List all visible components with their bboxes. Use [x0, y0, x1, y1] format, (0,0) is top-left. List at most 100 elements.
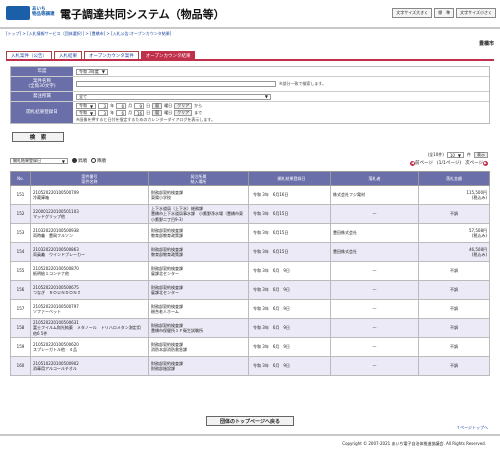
dept-select[interactable]: 全て ▼ — [76, 93, 271, 100]
case-name[interactable]: 両時義 豊岡フルソン — [33, 233, 146, 239]
table-row: 157 210520220100500797 ソファーベット 財務部契約検査課 総合老人… — [10, 299, 490, 319]
row-case[interactable]: 210520220100500797 ソファーベット — [30, 299, 149, 319]
place-name: 財務部施設課 — [151, 366, 175, 371]
row-winner: 豊田株式会社 — [330, 223, 419, 243]
font-small-button[interactable]: 文字サイズ小さく — [456, 8, 496, 18]
radio-icon — [72, 158, 77, 163]
row-winner: 株式会社フジ電材 — [330, 185, 419, 205]
row-case[interactable]: 210510220100500902 消毒用アルコールチオル — [30, 356, 149, 376]
row-winner: — — [330, 318, 419, 338]
footer: Copyright © 2007-2021 あいち電子自治体推進協議会. All… — [0, 434, 500, 450]
case-name[interactable]: 紙明給１コンテナ他 — [33, 271, 146, 277]
month-unit: 月 — [128, 103, 133, 108]
case-name[interactable]: 両員義 ウインドブレーカー — [33, 252, 146, 258]
place-name: 消防本部消防救急課 — [151, 347, 187, 352]
case-name[interactable]: 消毒用アルコールチオル — [33, 366, 146, 372]
price-value: 不調 — [450, 325, 458, 331]
price-value: 不調 — [450, 211, 458, 217]
year-unit: 年 — [110, 110, 115, 115]
back-to-top-button[interactable]: 団体のトップページへ戻る — [206, 416, 294, 426]
from-year-input[interactable]: 3 — [98, 103, 109, 109]
sort-desc-radio[interactable]: 降順 — [91, 158, 106, 164]
case-name[interactable]: つなぎ ＲＯＵＮＤＯＮＩ — [33, 290, 146, 296]
to-year-input[interactable]: 3 — [98, 110, 109, 116]
place-name: 総合老人ホーム — [151, 309, 179, 314]
place-name: 雇課北センター — [151, 290, 179, 295]
from-clear-button[interactable]: クリア — [174, 103, 193, 109]
col-dept: 発注所属 納入場所 — [148, 171, 249, 186]
row-winner: — — [330, 204, 419, 224]
price-note: (税込み) — [471, 233, 487, 238]
table-row: 160 210510220100500902 消毒用アルコールチオル 財務部契約検査課… — [10, 356, 490, 376]
prev-page-link[interactable]: ◀前ページ — [409, 160, 433, 166]
row-case[interactable]: 210520220100500709 冷蔵庫箱 — [30, 185, 149, 205]
place-name: 雇課北センター — [151, 271, 179, 276]
from-month-input[interactable]: 6 — [116, 103, 127, 109]
row-price: 不調 — [418, 299, 490, 319]
tab-underline — [6, 59, 494, 61]
table-row: 155 210520220100500870 紙明給１コンテナ他 財務部契約検査課 雇課… — [10, 261, 490, 281]
row-no: 160 — [10, 356, 31, 376]
col-no: No. — [10, 171, 31, 186]
date-note: ※画像を押すると日付を指定するためのカレンダーダイアログを表示します。 — [76, 116, 215, 122]
to-era-select[interactable]: 令和 ▼ — [76, 110, 97, 116]
search-button[interactable]: 検 索 — [12, 132, 64, 142]
from-day-input[interactable]: 9 — [134, 103, 145, 109]
place-name: 東陽小学校 — [151, 195, 171, 200]
breadcrumb[interactable]: [トップ] > [入札情報サービス（団体選択）] > [豊橋市] > [入札公告… — [6, 31, 171, 37]
per-page-value: 10 — [449, 152, 455, 158]
price-value: 不調 — [450, 363, 458, 369]
year-value: 令和 3年度 — [79, 68, 99, 74]
row-case[interactable]: 210520220100500631 富士フイルム和光純薬 メタノール トリハロメ… — [30, 318, 149, 338]
month-unit: 月 — [128, 110, 133, 115]
table-row: 151 210520220100500709 冷蔵庫箱 財務部契約検査課 東陽小学校 令和… — [10, 185, 490, 205]
date-label: 開札結果登録日 — [11, 102, 73, 123]
weekday-unit: 曜日 — [164, 103, 173, 108]
row-case[interactable]: 210320220100500938 両時義 豊岡フルソン — [30, 223, 149, 243]
row-case[interactable]: 210520220100500620 スプレーガトル他 ４品 — [30, 337, 149, 357]
sort-asc-radio[interactable]: 昇順 — [72, 158, 87, 164]
place-name: 教育部教育政策課 — [151, 233, 183, 238]
to-month-input[interactable]: 6 — [116, 110, 127, 116]
font-normal-button[interactable]: 標 準 — [434, 8, 455, 18]
case-name[interactable]: ソファーベット — [33, 309, 146, 315]
calendar-icon[interactable]: 暦 — [152, 103, 163, 109]
page-top-link[interactable]: ↑ページトップへ — [457, 425, 488, 431]
pager: ◀前ページ (1/1ページ) 次ページ▶ — [409, 160, 488, 166]
price-value: 不調 — [450, 306, 458, 312]
calendar-icon[interactable]: 暦 — [152, 110, 163, 116]
row-case[interactable]: 220001220100501103 マッドグリップ他 — [30, 204, 149, 224]
font-large-button[interactable]: 文字サイズ大きく — [392, 8, 433, 18]
prev-label: 前ページ — [414, 161, 433, 166]
row-dept: 財務部契約検査課 豊橋市保健所１Ｆ衛生試験所 — [148, 318, 249, 338]
to-clear-button[interactable]: クリア — [174, 110, 193, 116]
chevron-down-icon: ▼ — [101, 69, 105, 74]
row-date: 令和 3年 6月15日 — [248, 242, 331, 262]
row-price: 不調 — [418, 318, 490, 338]
next-page-link[interactable]: 次ページ▶ — [465, 160, 488, 166]
from-suffix: から — [194, 103, 203, 108]
year-select[interactable]: 令和 3年度 ▼ — [76, 68, 108, 75]
row-case[interactable]: 210520220100500675 つなぎ ＲＯＵＮＤＯＮＩ — [30, 280, 149, 300]
copyright: Copyright © 2007-2021 あいち電子自治体推進協議会. All… — [342, 441, 486, 446]
case-name[interactable]: 冷蔵庫箱 — [33, 195, 146, 201]
header: あいち 物品等調達 電子調達共同システム（物品等） 文字サイズ大きく 標 準 文字… — [0, 0, 500, 26]
to-day-input[interactable]: 16 — [134, 110, 145, 116]
per-page-select[interactable]: 10 ▼ — [446, 152, 464, 158]
from-era-select[interactable]: 令和 ▼ — [76, 103, 97, 109]
row-case[interactable]: 210320220100500863 両員義 ウインドブレーカー — [30, 242, 149, 262]
case-name[interactable]: 富士フイルム和光純薬 メタノール トリハロメタン測定用 他6 5件 — [33, 325, 146, 336]
row-dept: 財務部契約検査課 財務部施設課 — [148, 356, 249, 376]
row-price: 不調 — [418, 204, 490, 224]
row-no: 153 — [10, 223, 31, 243]
case-name-input[interactable] — [76, 81, 276, 87]
sort-select[interactable]: 開札結果登録日 ▼ — [10, 158, 68, 164]
show-button[interactable]: 表示 — [474, 152, 488, 158]
case-name[interactable]: マッドグリップ他 — [33, 214, 146, 220]
dept-label: 発注所属 — [11, 92, 73, 101]
case-name-note: ※部分一致で検索します。 — [279, 81, 326, 86]
row-winner: — — [330, 280, 419, 300]
row-case[interactable]: 210520220100500870 紙明給１コンテナ他 — [30, 261, 149, 281]
case-name[interactable]: スプレーガトル他 ４品 — [33, 347, 146, 353]
col-date: 開札結果登録日 — [248, 171, 331, 186]
